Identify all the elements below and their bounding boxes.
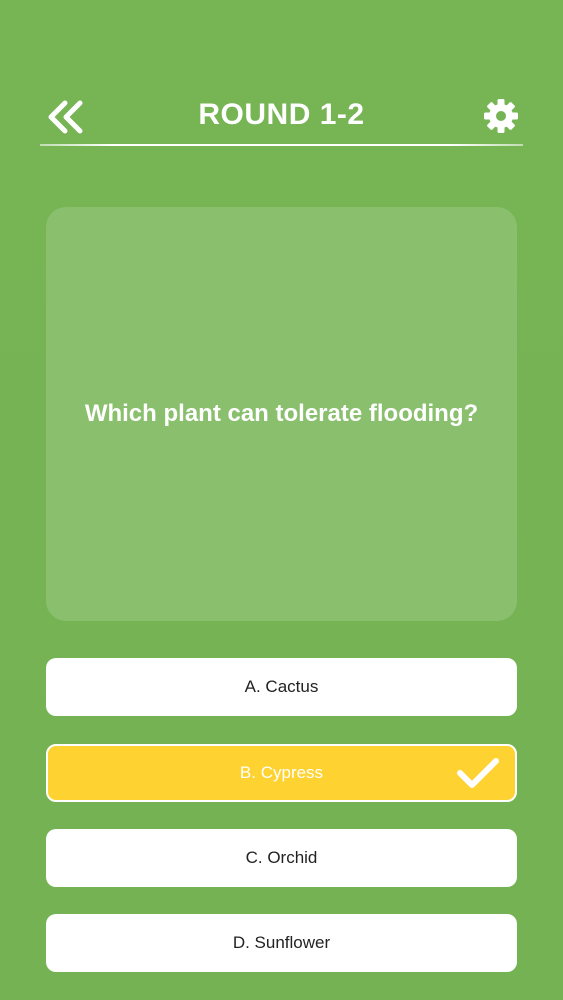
option-label: D. Sunflower xyxy=(232,933,331,952)
header-divider xyxy=(40,144,523,146)
checkmark-icon xyxy=(457,758,499,788)
option-b-button[interactable]: B. Cypress xyxy=(46,744,517,802)
page-title: ROUND 1-2 xyxy=(198,98,365,131)
option-d-button[interactable]: D. Sunflower xyxy=(46,914,517,972)
question-card: Which plant can tolerate flooding? xyxy=(46,207,517,621)
header: ROUND 1-2 xyxy=(40,92,523,146)
option-a-button[interactable]: A. Cactus xyxy=(46,658,517,716)
settings-button[interactable] xyxy=(481,96,521,136)
option-label: A. Cactus xyxy=(244,677,319,696)
option-c-button[interactable]: C. Orchid xyxy=(46,829,517,887)
option-label: B. Cypress xyxy=(239,763,324,782)
gear-icon xyxy=(484,99,518,133)
option-label: C. Orchid xyxy=(245,848,318,867)
question-text: Which plant can tolerate flooding? xyxy=(84,400,479,428)
quiz-screen: ROUND 1-2 Which plant can tolerate flood… xyxy=(0,0,563,1000)
